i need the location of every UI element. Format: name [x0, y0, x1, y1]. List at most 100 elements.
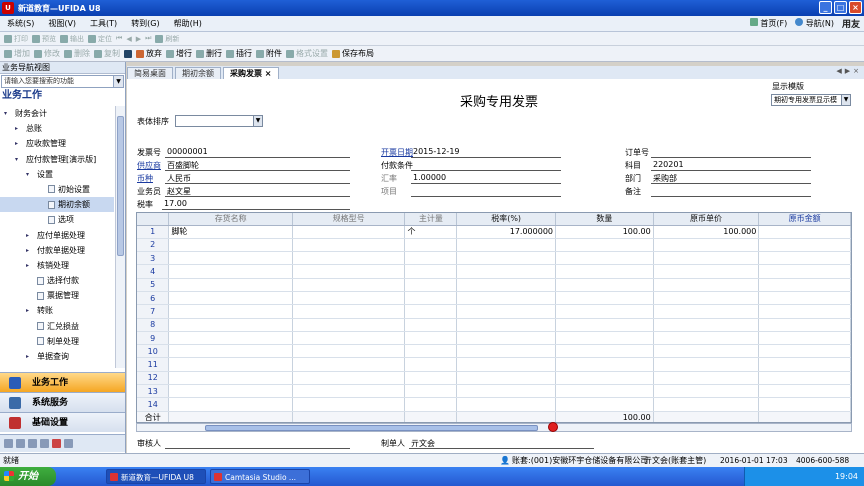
- invoice-lines-grid[interactable]: 存货名称 规格型号 主计量 税率(%) 数量 原币单价 原币金额 1 脚轮 个 17.…: [136, 212, 852, 423]
- grid-cell[interactable]: [653, 344, 760, 359]
- grid-cell[interactable]: [404, 264, 458, 279]
- sidebar-tool-icon[interactable]: [16, 439, 25, 448]
- sidebar-item[interactable]: 选择付款: [0, 273, 114, 288]
- grid-cell[interactable]: [456, 238, 556, 253]
- grid-cell[interactable]: [292, 331, 406, 346]
- grid-cell[interactable]: [404, 384, 458, 399]
- grid-cell[interactable]: [653, 371, 760, 386]
- sidebar-item[interactable]: ▸ 核销处理: [0, 258, 114, 273]
- grid-cell[interactable]: [292, 251, 406, 266]
- grid-cell[interactable]: [555, 384, 654, 399]
- grid-cell[interactable]: [758, 397, 851, 412]
- grid-cell[interactable]: [555, 251, 654, 266]
- rate-field[interactable]: 1.00000: [413, 173, 446, 182]
- grid-cell[interactable]: [292, 357, 406, 372]
- grid-cell[interactable]: [555, 291, 654, 306]
- sidebar-item[interactable]: 初始设置: [0, 182, 114, 197]
- grid-cell[interactable]: [758, 331, 851, 346]
- grid-cell[interactable]: [758, 344, 851, 359]
- scrollbar-thumb[interactable]: [205, 425, 538, 431]
- prev-record-icon[interactable]: ◀: [126, 35, 131, 43]
- sidebar-item[interactable]: 汇兑损益: [0, 319, 114, 334]
- grid-cell[interactable]: [168, 384, 293, 399]
- table-row[interactable]: 3: [137, 251, 851, 266]
- sidebar-tool-icon[interactable]: [64, 439, 73, 448]
- grid-cell[interactable]: [456, 384, 556, 399]
- grid-cell[interactable]: [292, 397, 406, 412]
- grid-cell[interactable]: [456, 331, 556, 346]
- grid-cell[interactable]: 个: [404, 225, 458, 239]
- grid-cell[interactable]: [292, 264, 406, 279]
- grid-cell[interactable]: [758, 318, 851, 332]
- grid-cell[interactable]: [168, 397, 293, 412]
- grid-cell[interactable]: [168, 238, 293, 253]
- grid-cell[interactable]: [758, 251, 851, 266]
- attachment-button[interactable]: 附件: [256, 48, 282, 59]
- table-row[interactable]: 12: [137, 371, 851, 386]
- collapsed-arrow-icon[interactable]: ▸: [26, 349, 29, 364]
- grid-cell[interactable]: [555, 331, 654, 346]
- minimize-icon[interactable]: _: [819, 1, 832, 14]
- tab-simple-desktop[interactable]: 简易桌面: [127, 67, 173, 79]
- table-row[interactable]: 2: [137, 238, 851, 253]
- date-field[interactable]: 2015-12-19: [413, 147, 460, 156]
- delete-row-button[interactable]: 删行: [196, 48, 222, 59]
- table-row[interactable]: 11: [137, 357, 851, 372]
- grid-cell[interactable]: [653, 384, 760, 399]
- chevron-down-icon[interactable]: ▼: [113, 76, 123, 87]
- save-icon[interactable]: [124, 49, 132, 58]
- col-header-spec[interactable]: 规格型号: [292, 213, 406, 226]
- grid-cell[interactable]: [555, 304, 654, 319]
- table-row[interactable]: 9: [137, 331, 851, 346]
- table-row[interactable]: 4: [137, 264, 851, 279]
- grid-cell[interactable]: [404, 251, 458, 266]
- sidebar-scrollbar[interactable]: [115, 106, 125, 368]
- last-record-icon[interactable]: ⏭: [145, 34, 151, 43]
- sidebar-item[interactable]: ▸ 应付单据处理: [0, 228, 114, 243]
- close-icon[interactable]: ×: [849, 1, 862, 14]
- grid-cell[interactable]: [758, 304, 851, 319]
- grid-cell[interactable]: [456, 304, 556, 319]
- expanded-arrow-icon[interactable]: ▾: [4, 106, 7, 121]
- grid-cell[interactable]: [168, 371, 293, 386]
- grid-cell[interactable]: [456, 371, 556, 386]
- grid-cell[interactable]: [456, 291, 556, 306]
- grid-cell[interactable]: [456, 357, 556, 372]
- sidebar-item[interactable]: ▸ 单据查询: [0, 349, 114, 364]
- invoice-no-field[interactable]: 00000001: [167, 147, 208, 156]
- grid-cell[interactable]: [555, 397, 654, 412]
- discard-button[interactable]: 放弃: [136, 48, 162, 59]
- grid-cell[interactable]: [456, 397, 556, 412]
- function-search-input[interactable]: 请输入您要搜索的功能 ▼: [1, 75, 124, 88]
- insert-row-button[interactable]: 插行: [226, 48, 252, 59]
- grid-cell[interactable]: [653, 264, 760, 279]
- copy-button[interactable]: 复制: [94, 48, 120, 59]
- subject-field[interactable]: 220201: [653, 160, 684, 169]
- format-settings-button[interactable]: 格式设置: [286, 48, 328, 59]
- menu-goto[interactable]: 转到(G): [124, 18, 166, 29]
- col-header-amount[interactable]: 原币金额: [758, 213, 851, 226]
- grid-cell[interactable]: [653, 397, 760, 412]
- grid-cell[interactable]: [404, 304, 458, 319]
- grid-cell[interactable]: [653, 278, 760, 292]
- sidebar-item[interactable]: 选项: [0, 212, 114, 227]
- grid-cell[interactable]: [404, 397, 458, 412]
- table-row[interactable]: 1 脚轮 个 17.000000 100.00 100.000: [137, 225, 851, 239]
- menu-tools[interactable]: 工具(T): [83, 18, 124, 29]
- sidebar-item[interactable]: ▸ 转账: [0, 303, 114, 318]
- preview-button[interactable]: 预览: [32, 34, 56, 44]
- locate-button[interactable]: 定位: [88, 34, 112, 44]
- first-record-icon[interactable]: ⏮: [116, 34, 122, 43]
- sidebar-item[interactable]: ▸ 应收款管理: [0, 136, 114, 151]
- grid-cell[interactable]: 17.000000: [456, 225, 556, 239]
- grid-cell[interactable]: [653, 238, 760, 253]
- maximize-icon[interactable]: □: [834, 1, 847, 14]
- grid-cell[interactable]: [555, 264, 654, 279]
- grid-cell[interactable]: [404, 357, 458, 372]
- sidebar-item[interactable]: 期初余额: [0, 197, 114, 213]
- grid-cell[interactable]: [653, 357, 760, 372]
- grid-cell[interactable]: [168, 344, 293, 359]
- grid-cell[interactable]: [168, 357, 293, 372]
- grid-cell[interactable]: [168, 304, 293, 319]
- grid-cell[interactable]: [456, 344, 556, 359]
